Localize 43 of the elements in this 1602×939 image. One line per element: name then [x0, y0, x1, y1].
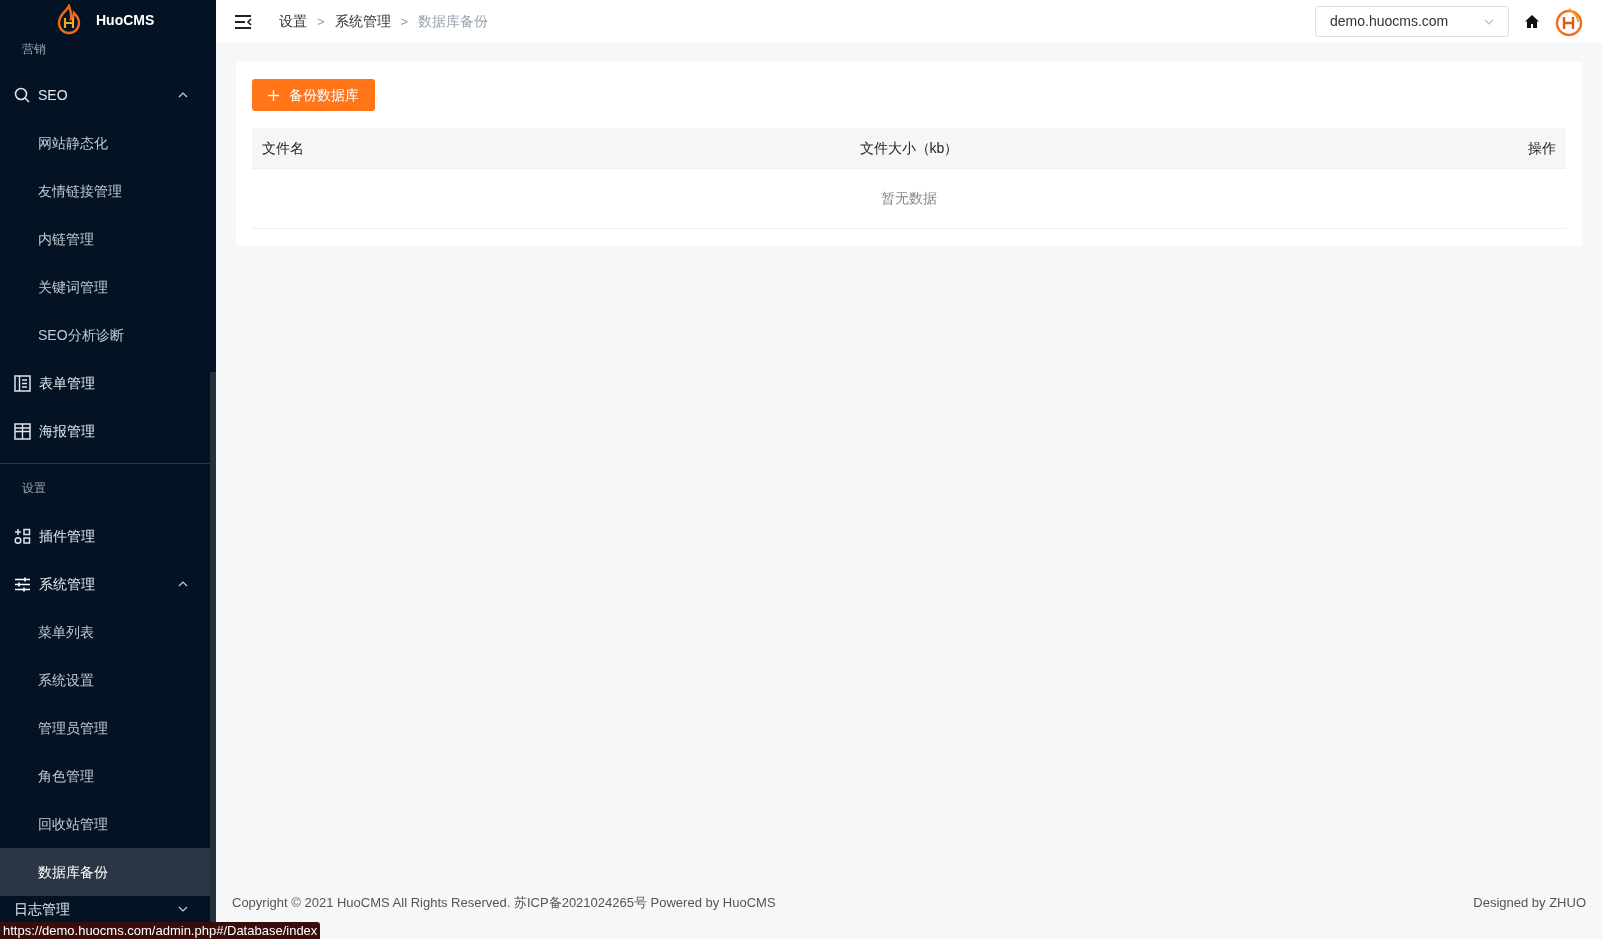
section-label: 设置 — [22, 480, 46, 497]
breadcrumb-separator: > — [317, 12, 325, 31]
submenu-entry[interactable]: 内链管理 — [0, 215, 210, 263]
submenu-entry[interactable]: 菜单列表 — [0, 608, 210, 656]
status-url-tooltip: https://demo.huocms.com/admin.php#/Database/index — [0, 922, 321, 939]
column-header: 文件大小（kb） — [859, 138, 959, 158]
copyright-text: Copyright © 2021 HuoCMS All Rights Reserved. 苏ICP备2021024265号 Powered by HuoCMS — [232, 894, 776, 912]
plugin-icon — [14, 527, 31, 545]
avatar-icon[interactable] — [1554, 6, 1584, 37]
submenu-item[interactable]: 日志管理 — [0, 898, 210, 920]
submenu-entry[interactable]: 友情链接管理 — [0, 167, 210, 215]
grid-icon — [14, 422, 31, 440]
menu-item[interactable]: 海报管理 — [0, 407, 210, 455]
section-label: 营销 — [22, 41, 46, 58]
submenu-entry[interactable]: 管理员管理 — [0, 704, 210, 752]
column-header: 文件名 — [262, 138, 304, 158]
submenu-entry[interactable]: 网站静态化 — [0, 119, 210, 167]
search-icon — [14, 87, 30, 103]
chevron-down-icon — [1484, 18, 1494, 25]
submenu-entry[interactable]: 数据库备份 — [0, 848, 210, 896]
breadcrumb-current: 数据库备份 — [418, 12, 489, 31]
breadcrumb-link[interactable]: 设置 — [279, 11, 307, 32]
submenu-entry[interactable]: 回收站管理 — [0, 800, 210, 848]
submenu-entry[interactable]: 系统设置 — [0, 656, 210, 704]
submenu-item[interactable]: 系统管理 — [0, 560, 210, 608]
menu-item[interactable]: 插件管理 — [0, 512, 210, 560]
plus-icon — [268, 89, 279, 101]
submenu-item[interactable]: SEO — [0, 71, 210, 119]
designed-by-text: Designed by ZHUO — [1473, 894, 1586, 912]
breadcrumb-link[interactable]: 系统管理 — [334, 11, 391, 32]
submenu-entry[interactable]: 关键词管理 — [0, 263, 210, 311]
menu-fold-icon[interactable] — [234, 14, 252, 29]
home-icon[interactable] — [1525, 15, 1539, 28]
site-select[interactable]: demo.huocms.com — [1315, 6, 1509, 37]
sliders-icon — [14, 576, 31, 592]
breadcrumb-separator: > — [400, 12, 409, 31]
logo-text: HuoCMS — [96, 10, 155, 30]
empty-text: 暂无数据 — [881, 189, 937, 208]
submenu-entry[interactable]: SEO分析诊断 — [0, 311, 210, 359]
menu-item[interactable]: 表单管理 — [0, 359, 210, 407]
list-icon — [14, 374, 31, 392]
submenu-entry[interactable]: 角色管理 — [0, 752, 210, 800]
column-header: 操作 — [1528, 138, 1556, 158]
